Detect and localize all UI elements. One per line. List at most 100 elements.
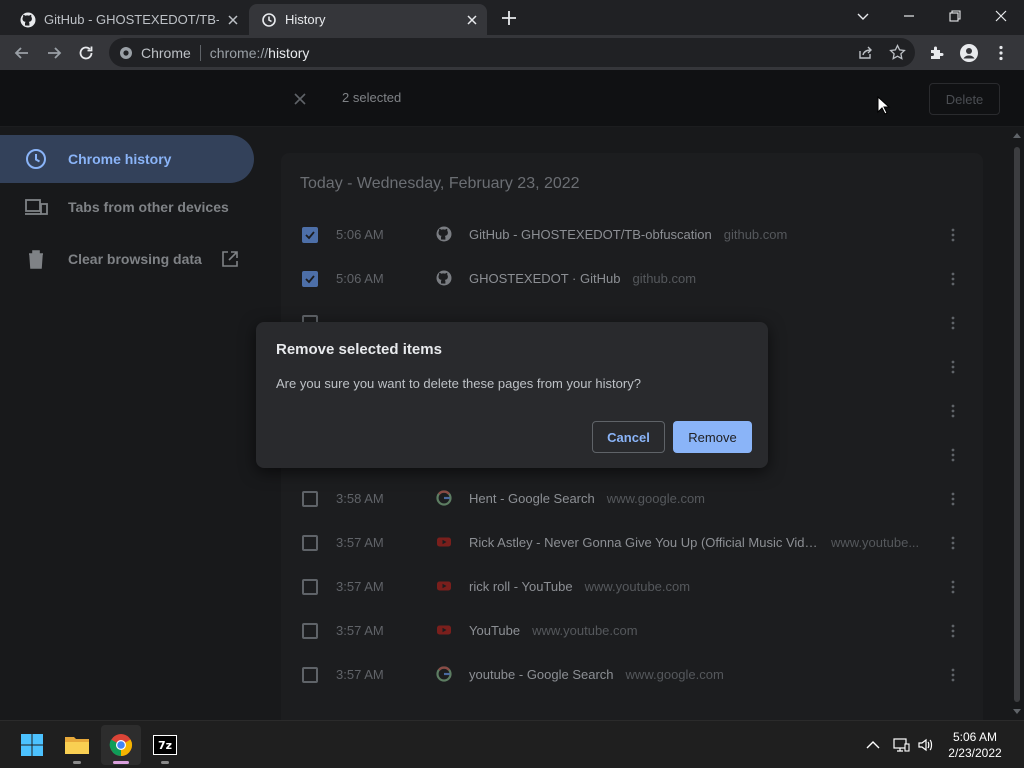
7zip-icon: 7z (153, 735, 177, 755)
youtube-icon (437, 625, 451, 635)
history-row[interactable]: 5:06 AM GitHub - GHOSTEXEDOT/TB-obfuscati… (281, 213, 983, 257)
open-in-new-icon (222, 251, 238, 267)
7zip-label: 7z (157, 738, 173, 752)
restore-button[interactable] (932, 0, 978, 32)
visit-time: 3:58 AM (336, 491, 384, 506)
row-checkbox[interactable] (302, 227, 318, 243)
forward-button[interactable] (39, 38, 69, 68)
page-link[interactable]: GitHub - GHOSTEXEDOT/TB-obfuscation (469, 227, 712, 242)
minimize-button[interactable] (886, 0, 932, 32)
more-actions-icon[interactable] (945, 447, 961, 463)
sidebar-item-chrome-history[interactable]: Chrome history (0, 135, 254, 183)
close-icon[interactable] (465, 13, 479, 27)
menu-button[interactable] (986, 38, 1016, 68)
more-actions-icon[interactable] (945, 315, 961, 331)
reload-button[interactable] (71, 38, 101, 68)
sidebar-item-clear-browsing-data[interactable]: Clear browsing data (0, 235, 254, 283)
sidebar-item-label: Chrome history (68, 151, 172, 167)
visit-time: 3:57 AM (336, 623, 384, 638)
page-link[interactable]: GHOSTEXEDOT · GitHub (469, 271, 620, 286)
more-actions-icon[interactable] (945, 491, 961, 507)
more-actions-icon[interactable] (945, 227, 961, 243)
remove-items-dialog: Remove selected items Are you sure you w… (256, 322, 768, 468)
youtube-icon (437, 581, 451, 591)
more-actions-icon[interactable] (945, 359, 961, 375)
page-domain: www.google.com (625, 667, 724, 682)
more-actions-icon[interactable] (945, 579, 961, 595)
chrome-logo-icon (120, 46, 132, 59)
sidebar-item-other-devices[interactable]: Tabs from other devices (0, 183, 254, 231)
tab-history[interactable]: History (249, 4, 487, 35)
address-bar[interactable]: Chrome chrome://history (109, 38, 915, 67)
page-link[interactable]: rick roll - YouTube (469, 579, 573, 594)
visit-time: 3:57 AM (336, 667, 384, 682)
github-icon (20, 12, 36, 27)
scroll-up-icon[interactable] (1013, 132, 1021, 138)
page-domain: www.youtube.com (584, 579, 691, 594)
more-actions-icon[interactable] (945, 271, 961, 287)
row-checkbox[interactable] (302, 535, 318, 551)
history-row[interactable]: 3:57 AM youtube - Google Search www.google… (281, 653, 983, 697)
tab-title: GitHub - GHOSTEXEDOT/TB-obfu (44, 12, 219, 27)
new-tab-button[interactable] (498, 7, 520, 29)
row-checkbox[interactable] (302, 579, 318, 595)
sidebar: Chrome history Tabs from other devices C… (0, 127, 270, 720)
start-button[interactable] (12, 725, 52, 765)
system-clock[interactable]: 5:06 AM 2/23/2022 (940, 729, 1010, 761)
bookmark-star-icon[interactable] (889, 44, 906, 61)
history-row[interactable]: 3:57 AM rick roll - YouTube www.youtube.co… (281, 565, 983, 609)
more-vert-icon (999, 45, 1003, 61)
volume-icon[interactable] (917, 736, 935, 754)
history-row[interactable]: 3:58 AM Hent - Google Search www.google.co… (281, 477, 983, 521)
taskbar-file-explorer[interactable] (57, 725, 97, 765)
google-icon (436, 490, 452, 506)
row-checkbox[interactable] (302, 667, 318, 683)
scroll-down-icon[interactable] (1013, 709, 1021, 715)
back-button[interactable] (7, 38, 37, 68)
page-title: GHOSTEXEDOT · GitHub (469, 271, 621, 286)
history-row[interactable]: 3:57 AM Rick Astley - Never Gonna Give Yo… (281, 521, 983, 565)
file-explorer-icon (65, 737, 89, 754)
more-actions-icon[interactable] (945, 667, 961, 683)
share-icon[interactable] (857, 45, 873, 61)
remove-button[interactable]: Remove (673, 421, 752, 453)
cancel-button[interactable]: Cancel (592, 421, 665, 453)
scrollbar[interactable] (1010, 127, 1024, 720)
close-icon (995, 10, 1007, 22)
puzzle-icon (931, 46, 944, 59)
github-icon (436, 226, 452, 242)
page-link[interactable]: YouTube (469, 623, 520, 638)
tab-github[interactable]: GitHub - GHOSTEXEDOT/TB-obfu (8, 4, 248, 35)
page-title: rick roll - YouTube (469, 579, 573, 594)
tab-search-button[interactable] (840, 0, 886, 32)
page-link[interactable]: youtube - Google Search (469, 667, 614, 682)
history-row[interactable]: 5:06 AM GHOSTEXEDOT · GitHub github.com (281, 257, 983, 301)
check-icon (305, 231, 315, 240)
network-icon[interactable] (892, 736, 910, 754)
page-title: YouTube (469, 623, 521, 638)
more-actions-icon[interactable] (945, 403, 961, 419)
profile-button[interactable] (954, 38, 984, 68)
page-domain: www.youtube... (831, 535, 920, 550)
page-title: GitHub - GHOSTEXEDOT/TB-obfuscation (469, 227, 712, 242)
more-actions-icon[interactable] (945, 623, 961, 639)
more-actions-icon[interactable] (945, 535, 961, 551)
taskbar-7zip[interactable]: 7z (145, 725, 185, 765)
url-scheme: chrome:// (209, 44, 269, 61)
site-chip: Chrome (141, 44, 191, 61)
delete-button[interactable]: Delete (929, 83, 1000, 115)
history-row[interactable]: 3:57 AM YouTube www.youtube.com (281, 609, 983, 653)
close-window-button[interactable] (978, 0, 1024, 32)
clear-selection-icon[interactable] (292, 91, 308, 107)
row-checkbox[interactable] (302, 623, 318, 639)
taskbar-chrome[interactable] (101, 725, 141, 765)
extensions-button[interactable] (922, 38, 952, 68)
page-link[interactable]: Rick Astley - Never Gonna Give You Up (O… (469, 535, 819, 550)
page-link[interactable]: Hent - Google Search (469, 491, 595, 506)
chevron-up-icon[interactable] (864, 736, 882, 754)
row-checkbox[interactable] (302, 271, 318, 287)
row-checkbox[interactable] (302, 491, 318, 507)
clock-icon (26, 149, 46, 169)
close-icon[interactable] (226, 13, 240, 27)
scroll-thumb[interactable] (1014, 147, 1020, 702)
